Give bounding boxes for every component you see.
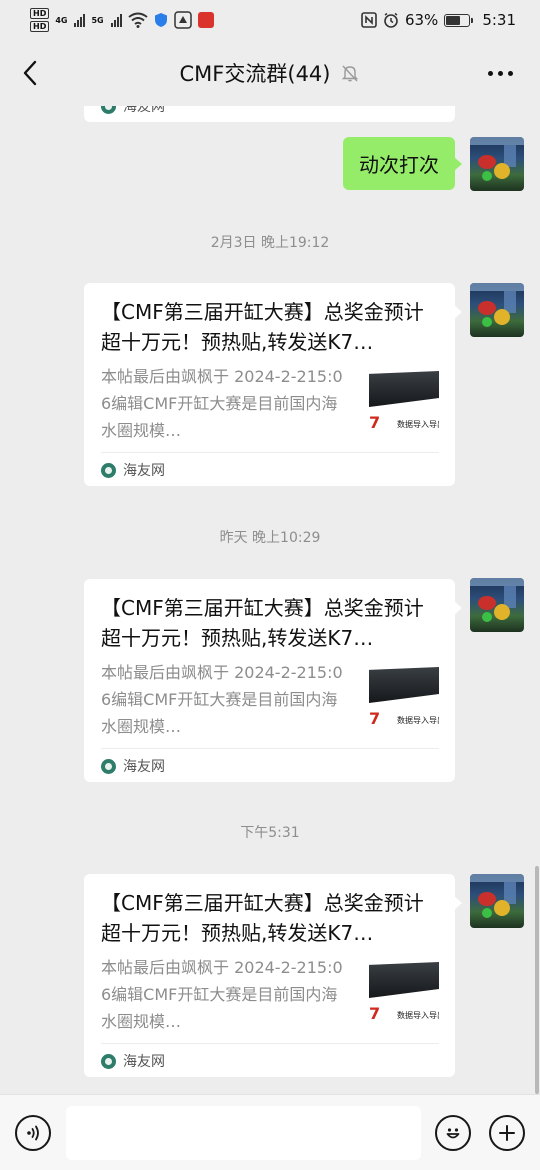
scrollbar[interactable] [535, 866, 539, 1094]
battery-percent: 63% [404, 11, 439, 29]
chat-title: CMF交流群(44) [179, 62, 331, 86]
message-timestamp: 2月3日 晚上19:12 [210, 235, 330, 251]
hd-badge-1: HD [30, 8, 50, 19]
card-body: 本帖最后由飒枫于 2024-2-215:06编辑CMF开缸大赛是目前国内海水圈规… [101, 954, 439, 1035]
signal-icon [74, 13, 86, 27]
thumb-caption: 数据导入导出 [397, 420, 439, 429]
thumb-caption: 数据导入导出 [397, 716, 439, 725]
status-right: 63% 5:31 [361, 11, 516, 29]
card-thumbnail: 7 数据导入导出 [369, 371, 439, 441]
card-source-name: 海友网 [123, 759, 165, 775]
card-title: 【CMF第三届开缸大赛】总奖金预计超十万元！预热贴,转发送K7… [101, 596, 424, 650]
source-logo-icon [101, 758, 116, 774]
status-left: HD HD 4G 5G [30, 8, 214, 32]
chat-header: CMF交流群(44) [0, 40, 540, 106]
link-card[interactable]: 【CMF第三届开缸大赛】总奖金预计超十万元！预热贴,转发送K7… 本帖最后由飒枫… [84, 283, 462, 487]
plus-icon [499, 1125, 515, 1141]
hd-badge-2: HD [30, 21, 50, 32]
back-button[interactable] [14, 57, 46, 89]
card-source: 海友网 [101, 749, 439, 783]
nfc-icon [361, 12, 377, 28]
source-logo-icon [101, 106, 116, 114]
card-thumbnail: 7 数据导入导出 [369, 962, 439, 1032]
more-button[interactable] [482, 58, 518, 88]
card-source: 海友网 [101, 453, 439, 487]
source-logo-icon [101, 462, 116, 478]
network-type-1: 4G [55, 15, 68, 25]
more-dot [507, 70, 513, 76]
avatar[interactable] [470, 283, 524, 337]
avatar[interactable] [470, 578, 524, 632]
link-card[interactable]: 【CMF第三届开缸大赛】总奖金预计超十万元！预热贴,转发送K7… 本帖最后由飒枫… [84, 579, 462, 783]
thumb-caption: 数据导入导出 [397, 1011, 439, 1020]
red-app-icon [197, 12, 214, 28]
bell-off-icon [342, 65, 359, 82]
message-card-partial[interactable]: 海友网 [84, 106, 455, 122]
emoji-button[interactable] [435, 1115, 471, 1151]
link-card[interactable]: 【CMF第三届开缸大赛】总奖金预计超十万元！预热贴,转发送K7… 本帖最后由飒枫… [84, 874, 462, 1078]
plus-button[interactable] [489, 1115, 525, 1151]
hd-indicators: HD HD [30, 8, 50, 32]
status-time: 5:31 [482, 11, 516, 29]
voice-button[interactable] [15, 1115, 51, 1151]
thumb-digit: 7 [369, 709, 381, 728]
signal-icon-2 [110, 13, 122, 27]
more-dot [497, 70, 503, 76]
card-source-name: 海友网 [123, 106, 165, 115]
card-title: 【CMF第三届开缸大赛】总奖金预计超十万元！预热贴,转发送K7… [101, 300, 424, 354]
sent-text: 动次打次 [359, 153, 439, 177]
card-description: 本帖最后由飒枫于 2024-2-215:06编辑CMF开缸大赛是目前国内海水圈规… [101, 958, 343, 1031]
card-source-name: 海友网 [123, 463, 165, 479]
status-bar: HD HD 4G 5G 63% 5:31 [0, 0, 540, 40]
thumb-digit: 7 [369, 413, 381, 432]
thumb-digit: 7 [369, 1004, 381, 1023]
chat-title-wrap: CMF交流群(44) [180, 58, 361, 88]
wifi-icon [128, 12, 148, 28]
network-type-2: 5G [91, 15, 104, 25]
source-logo-icon [101, 1053, 116, 1069]
app-notification-icon [173, 11, 192, 29]
emoji-icon [446, 1128, 460, 1139]
card-source-name: 海友网 [123, 1054, 165, 1070]
voice-icon [27, 1125, 39, 1141]
alarm-icon [384, 12, 398, 28]
chevron-left-icon [23, 60, 37, 86]
message-timestamp: 昨天 晚上10:29 [219, 530, 321, 546]
message-timestamp: 下午5:31 [240, 825, 300, 841]
card-source: 海友网 [101, 1044, 439, 1078]
message-input[interactable] [66, 1106, 421, 1160]
card-title: 【CMF第三届开缸大赛】总奖金预计超十万元！预热贴,转发送K7… [101, 891, 424, 945]
card-body: 本帖最后由飒枫于 2024-2-215:06编辑CMF开缸大赛是目前国内海水圈规… [101, 659, 439, 740]
sent-text-bubble[interactable]: 动次打次 [343, 137, 462, 190]
shield-icon [154, 13, 167, 27]
chat-area[interactable]: 海友网 动次打次 2月3日 晚上19:12 【CMF第三届开缸大赛】总奖金预计超… [0, 106, 540, 1094]
avatar[interactable] [470, 874, 524, 928]
more-dots-icon [487, 70, 493, 76]
input-bar [0, 1094, 540, 1170]
card-body: 本帖最后由飒枫于 2024-2-215:06编辑CMF开缸大赛是目前国内海水圈规… [101, 363, 439, 444]
avatar[interactable] [470, 137, 524, 191]
card-thumbnail: 7 数据导入导出 [369, 667, 439, 737]
card-description: 本帖最后由飒枫于 2024-2-215:06编辑CMF开缸大赛是目前国内海水圈规… [101, 663, 343, 736]
card-description: 本帖最后由飒枫于 2024-2-215:06编辑CMF开缸大赛是目前国内海水圈规… [101, 367, 343, 440]
battery-icon [444, 13, 474, 27]
card-source: 海友网 [101, 106, 165, 116]
